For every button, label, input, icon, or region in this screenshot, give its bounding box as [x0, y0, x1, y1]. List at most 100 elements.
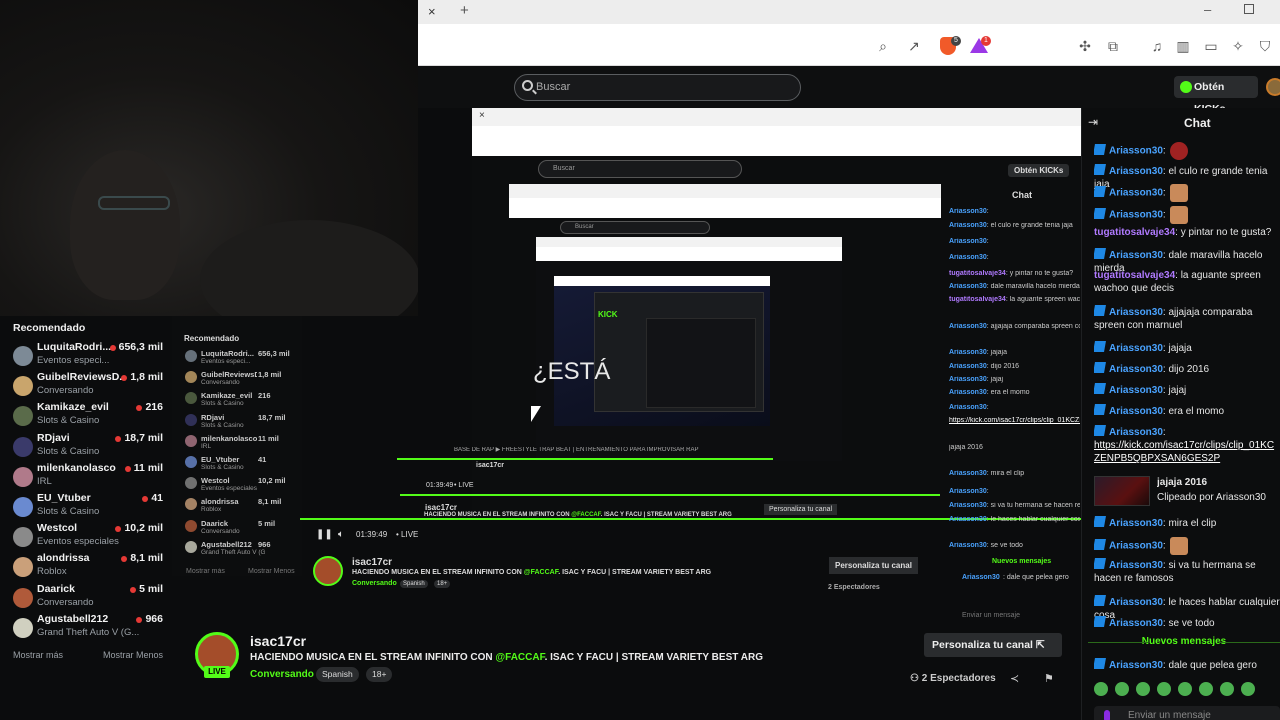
mid-chat-message: tugatitosalvaje34: y pintar no te gusta? — [949, 270, 1080, 277]
subscriber-badge-icon — [1094, 404, 1106, 415]
window-maximize-icon[interactable] — [1244, 4, 1254, 14]
viewer-count: 41 — [151, 492, 163, 504]
mid-chat-username: tugatitosalvaje34 — [949, 296, 1006, 303]
mid-chat-username: Ariasson30 — [949, 254, 987, 261]
vpn-icon[interactable]: ⛉ — [1256, 38, 1274, 55]
chat-message: Ariasson30: jajaj — [1094, 383, 1280, 397]
chat-message-text: : era el momo — [1162, 406, 1225, 417]
chat-username[interactable]: Ariasson30 — [1109, 406, 1163, 417]
chat-username[interactable]: tugatitosalvaje34 — [1094, 227, 1175, 238]
mirror-show-more: Mostrar más — [186, 568, 225, 575]
mirror-channel-avatar — [185, 413, 197, 426]
sidebar-channel-item[interactable]: Kamikaze_evil Slots & Casino 216 — [13, 401, 173, 431]
chat-username[interactable]: Ariasson30 — [1109, 385, 1163, 396]
new-tab-icon[interactable]: + — [460, 2, 469, 19]
chat-username[interactable]: Ariasson30 — [1109, 541, 1163, 552]
nested-browser-tabbar — [472, 108, 1081, 126]
chat-username[interactable]: Ariasson30 — [1109, 560, 1163, 571]
chat-message-text: : — [1162, 187, 1166, 199]
chat-message-text[interactable]: https://kick.com/isac17cr/clips/clip_01K… — [1094, 440, 1274, 464]
show-less-link[interactable]: Mostrar Menos — [103, 650, 163, 660]
nested4-stream-name: isac17cr — [476, 462, 505, 469]
media-icon[interactable]: ♫ — [1148, 38, 1166, 54]
chat-username[interactable]: tugatitosalvaje34 — [1094, 270, 1175, 281]
age-tag[interactable]: 18+ — [366, 667, 393, 682]
subscriber-badge-icon — [1094, 248, 1106, 259]
sidebar-channel-item[interactable]: Westcol Eventos especiales 10,2 mil — [13, 522, 173, 552]
sidebar-channel-item[interactable]: LuquitaRodri... Eventos especi... 656,3 mi… — [13, 341, 173, 371]
share-page-icon[interactable]: ↗ — [905, 38, 923, 55]
emote-icon[interactable] — [1136, 682, 1150, 696]
chat-identity-icon — [1104, 710, 1110, 720]
chat-message-text: : y pintar no te gusta? — [1175, 227, 1272, 238]
mid-chat-username: tugatitosalvaje34 — [949, 270, 1006, 277]
subscriber-badge-icon — [1094, 362, 1106, 373]
chat-username[interactable]: Ariasson30 — [1109, 250, 1163, 261]
nested4-live: • LIVE — [454, 482, 474, 489]
emote-icon[interactable] — [1094, 682, 1108, 696]
zoom-icon[interactable]: ⌕ — [874, 38, 892, 55]
share-icon[interactable]: ≺ — [1010, 672, 1019, 685]
wallet-icon[interactable]: ▭ — [1202, 38, 1220, 55]
report-icon[interactable]: ⚑ — [1044, 672, 1054, 685]
chat-message: Clipeado por Ariasson30 — [1157, 491, 1280, 504]
emote-icon[interactable] — [1157, 682, 1171, 696]
tab-close-icon[interactable]: × — [428, 4, 436, 19]
chat-username[interactable]: Ariasson30 — [1109, 597, 1163, 608]
streamer-name[interactable]: isac17cr — [250, 633, 306, 649]
emote-icon[interactable] — [1241, 682, 1255, 696]
channel-category: Grand Theft Auto V (G... — [37, 626, 140, 638]
chat-username[interactable]: Ariasson30 — [1109, 427, 1163, 438]
sidebar-channel-item[interactable]: milenkanolasco IRL 11 mil — [13, 462, 173, 492]
nested4-toolbar — [554, 276, 770, 286]
customize-channel-button[interactable]: Personaliza tu canal ⇱ — [924, 633, 1062, 657]
mirror-channel-count: 8,1 mil — [258, 497, 282, 507]
nested-tab-close-icon: × — [479, 110, 485, 121]
rewards-badge: 1 — [981, 36, 991, 46]
extensions-icon[interactable]: ✣ — [1076, 38, 1094, 55]
show-more-link[interactable]: Mostrar más — [13, 650, 63, 660]
webcam-overlay — [0, 0, 418, 316]
new-messages-divider[interactable]: Nuevos mensajes — [1088, 636, 1280, 648]
chat-username[interactable]: Ariasson30 — [1109, 364, 1163, 375]
sidebar-channel-item[interactable]: RDjavi Slots & Casino 18,7 mil — [13, 432, 173, 462]
chat-username[interactable]: Ariasson30 — [1109, 188, 1163, 199]
subscriber-badge-icon — [1094, 658, 1106, 669]
sidebar-channel-item[interactable]: GuibelReviewsD... Conversando 1,8 mil — [13, 371, 173, 401]
window-minimize-icon[interactable]: – — [1204, 2, 1211, 17]
sidebar-channel-item[interactable]: alondrissa Roblox 8,1 mil — [13, 552, 173, 582]
chat-message-text: Clipeado por Ariasson30 — [1157, 492, 1266, 503]
emote-icon[interactable] — [1115, 682, 1129, 696]
emote-icon[interactable] — [1178, 682, 1192, 696]
viewer-count: 966 — [145, 612, 163, 625]
emote-icon[interactable] — [1199, 682, 1213, 696]
chat-input[interactable]: Enviar un mensaje — [1094, 706, 1280, 720]
sidebar-channel-item[interactable]: Daarick Conversando 5 mil — [13, 583, 173, 613]
mid-chat-message: Ariasson30: — [949, 404, 1080, 411]
sidebar-channel-item[interactable]: EU_Vtuber Slots & Casino 41 — [13, 492, 173, 522]
chat-username[interactable]: Ariasson30 — [1109, 146, 1163, 157]
mid-chat-text: : — [986, 254, 989, 261]
chat-username[interactable]: Ariasson30 — [1109, 660, 1163, 671]
language-tag[interactable]: Spanish — [316, 667, 359, 682]
chat-username[interactable]: Ariasson30 — [1109, 518, 1163, 529]
leo-ai-icon[interactable]: ✧ — [1229, 38, 1247, 55]
sidebar-channel-item[interactable]: Agustabell212 Grand Theft Auto V (G... 966 — [13, 613, 173, 643]
clip-thumbnail[interactable] — [1094, 476, 1150, 506]
collapse-chat-icon[interactable]: ⇥ — [1088, 115, 1098, 129]
mid-viewers: 2 Espectadores — [828, 584, 880, 591]
chat-username[interactable]: Ariasson30 — [1109, 618, 1163, 629]
mirror-channel-name: Daarick — [201, 518, 229, 528]
stream-category[interactable]: Conversando — [250, 669, 314, 680]
chat-username[interactable]: Ariasson30 — [1109, 210, 1163, 221]
sidebar-icon[interactable]: ▥ — [1174, 38, 1192, 55]
channel-avatar — [13, 376, 33, 397]
screenshot-icon[interactable]: ⧉ — [1104, 38, 1122, 55]
chat-username[interactable]: Ariasson30 — [1109, 166, 1163, 177]
profile-avatar[interactable] — [1266, 78, 1280, 96]
chat-username[interactable]: Ariasson30 — [1109, 307, 1163, 318]
emote-icon[interactable] — [1220, 682, 1234, 696]
chat-username[interactable]: Ariasson30 — [1109, 343, 1163, 354]
mid-chat-message: Ariasson30: — [949, 208, 1080, 215]
subscriber-badge-icon — [1094, 516, 1106, 527]
